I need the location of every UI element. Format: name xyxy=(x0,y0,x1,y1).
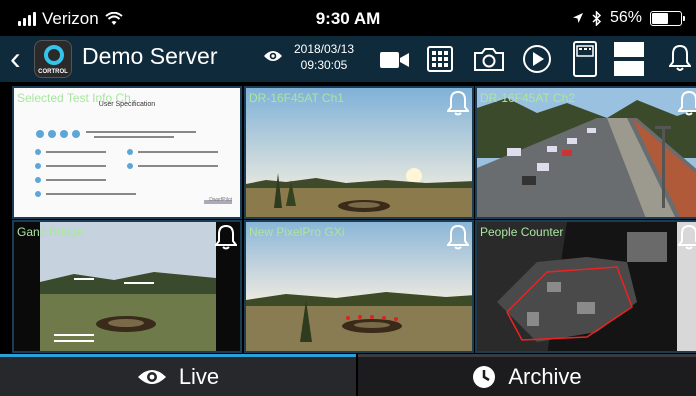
clock-icon xyxy=(473,365,496,388)
camera-label: People Counter xyxy=(480,225,564,239)
server-name[interactable]: Demo Server xyxy=(82,43,217,70)
play-icon[interactable] xyxy=(522,44,552,74)
camera-label: DR-16F45AT Ch1 xyxy=(249,91,344,105)
camera-label: New PixelPro GXi xyxy=(249,225,345,239)
camera-snapshot-icon[interactable] xyxy=(474,47,504,71)
location-arrow-icon xyxy=(572,13,583,23)
status-bar: Verizon 9:30 AM 56% xyxy=(0,0,696,36)
bluetooth-icon xyxy=(592,10,602,26)
tab-live[interactable]: Live xyxy=(0,354,356,396)
camera-tile[interactable]: People Counter xyxy=(475,220,696,353)
datetime-display[interactable]: 2018/03/13 09:30:05 xyxy=(290,41,358,73)
camera-label: Selected Test Info Ch xyxy=(17,91,131,105)
chevron-left-icon[interactable]: ‹ xyxy=(10,42,21,74)
app-logo: CORTROL xyxy=(34,40,72,78)
toolbar: ‹ CORTROL Demo Server 2018/03/13 09:30:0… xyxy=(0,36,696,82)
bell-icon[interactable] xyxy=(447,224,469,250)
status-right: 56% xyxy=(572,9,685,27)
tab-archive-label: Archive xyxy=(508,363,582,389)
date-text: 2018/03/13 xyxy=(293,42,355,56)
camera-tile[interactable]: DR-16F45AT Ch1 xyxy=(244,86,474,219)
camera-tile[interactable]: DR-16F45AT Ch2 xyxy=(475,86,696,219)
camera-tile[interactable]: New PixelPro GXi xyxy=(244,220,474,353)
document-brand: DwarfPilot xyxy=(209,197,232,203)
camera-tile[interactable]: Ganz Bridge xyxy=(12,220,242,353)
battery-icon xyxy=(650,10,685,26)
camera-feed xyxy=(14,222,240,351)
tab-archive[interactable]: Archive xyxy=(358,354,696,396)
tab-live-label: Live xyxy=(178,363,220,389)
bell-icon[interactable] xyxy=(669,44,691,72)
eye-icon[interactable] xyxy=(263,49,283,63)
logo-text: CORTROL xyxy=(38,69,68,75)
video-camera-icon[interactable] xyxy=(380,51,410,69)
grid-layout-icon[interactable] xyxy=(427,46,453,72)
camera-grid: User Specification DwarfPilot Selected T… xyxy=(0,82,696,354)
camera-feed xyxy=(477,222,696,351)
bell-icon[interactable] xyxy=(447,90,469,116)
display-panel-icon[interactable] xyxy=(573,41,597,77)
battery-percent: 56% xyxy=(609,9,642,26)
camera-feed xyxy=(246,222,472,351)
camera-label: Ganz Bridge xyxy=(17,225,84,239)
eye-icon xyxy=(137,369,166,384)
bell-icon[interactable] xyxy=(215,224,237,250)
split-view-icon[interactable] xyxy=(614,42,644,76)
camera-feed xyxy=(477,88,696,217)
camera-label: DR-16F45AT Ch2 xyxy=(480,91,575,105)
bell-icon[interactable] xyxy=(678,224,696,250)
time-text: 09:30:05 xyxy=(300,58,348,72)
bell-icon[interactable] xyxy=(678,90,696,116)
camera-tile[interactable]: User Specification DwarfPilot Selected T… xyxy=(12,86,242,219)
bottom-tab-bar: Live Archive xyxy=(0,354,696,396)
camera-feed xyxy=(246,88,472,217)
